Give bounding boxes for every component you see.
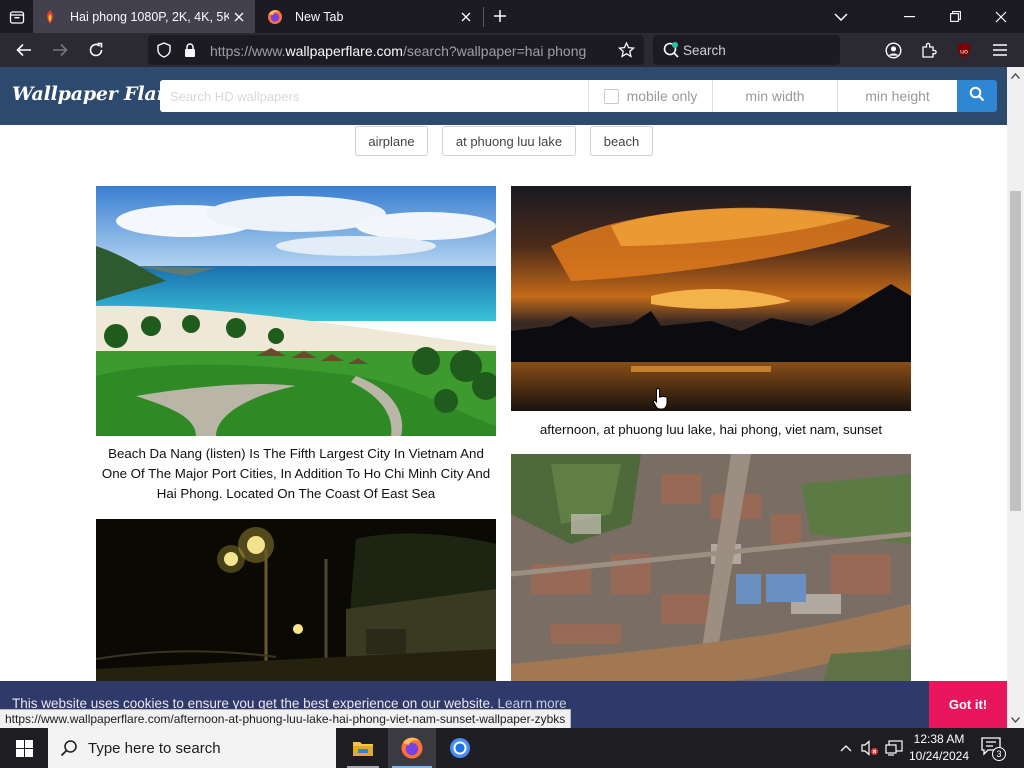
windows-taskbar: Type here to search 12:38 AM 10/24/2024 … [0,728,1024,768]
taskbar-search-box[interactable]: Type here to search [48,728,336,768]
mobile-only-filter[interactable]: mobile only [588,80,712,112]
min-height-label: min height [865,88,930,104]
wallpaperflare-favicon-icon [42,9,58,25]
tab-hai-phong[interactable]: Hai phong 1080P, 2K, 4K, 5K HD [33,0,255,33]
tag-airplane[interactable]: airplane [355,126,428,156]
firefox-favicon-icon [267,9,283,25]
tag-beach[interactable]: beach [590,126,653,156]
site-header: Wallpaper Flare mobile only min width mi… [0,67,1007,125]
web-search-box[interactable]: Search [653,35,840,65]
extensions-puzzle-icon[interactable] [915,36,943,64]
navigation-toolbar: https://www.wallpaperflare.com/search?wa… [0,33,1024,80]
min-width-field[interactable]: min width [712,80,837,112]
show-hidden-icons-chevron-icon[interactable] [836,738,856,758]
tab-new-tab[interactable]: New Tab [258,0,482,33]
site-logo[interactable]: Wallpaper Flare [12,83,178,105]
bookmark-star-icon[interactable] [617,41,636,58]
lock-icon[interactable] [182,42,198,58]
tab-separator [483,7,484,27]
taskbar-clock[interactable]: 12:38 AM 10/24/2024 [908,731,970,765]
page-viewport: Wallpaper Flare mobile only min width mi… [0,67,1007,728]
reload-icon[interactable] [82,36,110,64]
restore-icon[interactable] [932,0,978,33]
list-all-tabs-icon[interactable] [829,0,853,33]
tab-list-icon[interactable] [0,0,33,33]
wallpaper-thumbnail-sunset[interactable] [511,186,911,411]
wallpaper-thumbnail-night-street[interactable] [96,519,496,689]
firefox-taskbar-icon[interactable] [388,728,436,768]
notification-count: 3 [992,747,1006,761]
hamburger-menu-icon[interactable] [986,36,1014,64]
scrollbar-thumb[interactable] [1010,191,1021,511]
network-icon[interactable] [884,738,904,758]
file-explorer-icon[interactable] [339,728,387,768]
scroll-down-arrow-icon[interactable] [1007,711,1024,728]
forward-arrow-icon[interactable] [46,36,74,64]
new-tab-icon[interactable] [489,5,511,27]
url-text[interactable]: https://www.wallpaperflare.com/search?wa… [210,43,586,59]
search-label: Search [683,43,726,58]
search-icon [969,86,985,107]
cookie-accept-button[interactable]: Got it! [929,681,1007,728]
svg-text:uo: uo [960,47,968,55]
clock-date: 10/24/2024 [908,749,970,763]
close-tab-icon[interactable] [456,7,476,27]
page-scrollbar[interactable] [1007,67,1024,728]
link-status-tooltip: https://www.wallpaperflare.com/afternoon… [0,709,572,729]
wallpaper-search-input[interactable] [160,80,588,112]
caption-sunset[interactable]: afternoon, at phuong luu lake, hai phong… [511,420,911,440]
taskbar-search-placeholder: Type here to search [88,739,221,757]
magnifier-icon [60,739,78,757]
tab-strip: Hai phong 1080P, 2K, 4K, 5K HD New Tab [0,0,1024,33]
volume-muted-icon[interactable] [860,738,880,758]
tab-title: New Tab [295,9,344,24]
tab-title: Hai phong 1080P, 2K, 4K, 5K HD [70,9,229,24]
search-engine-icon [662,41,680,59]
wallpaper-thumbnail-beach[interactable] [96,186,496,436]
clock-time: 12:38 AM [913,732,965,746]
scroll-up-arrow-icon[interactable] [1007,67,1024,84]
close-window-icon[interactable] [978,0,1024,33]
address-bar[interactable]: https://www.wallpaperflare.com/search?wa… [148,35,644,65]
action-center-notification-icon[interactable]: 3 [980,736,1006,761]
close-tab-icon[interactable] [229,7,249,27]
back-arrow-icon[interactable] [10,36,38,64]
mobile-only-checkbox[interactable] [603,88,619,104]
chrome-taskbar-icon[interactable] [436,728,484,768]
windows-start-icon[interactable] [0,728,48,768]
minimize-icon[interactable] [886,0,932,33]
min-width-label: min width [745,88,805,104]
tag-at-phuong-luu-lake[interactable]: at phuong luu lake [442,126,576,156]
search-submit-button[interactable] [957,80,997,112]
hand-pointer-cursor-icon [652,387,670,411]
account-icon[interactable] [879,36,907,64]
mobile-only-label: mobile only [626,88,698,104]
caption-beach[interactable]: Beach Da Nang (listen) Is The Fifth Larg… [96,444,496,504]
wallpaper-thumbnail-aerial-city[interactable] [511,454,911,689]
min-height-field[interactable]: min height [837,80,957,112]
ublock-shield-icon[interactable]: uo [950,36,978,64]
tracking-protection-shield-icon[interactable] [156,42,172,58]
